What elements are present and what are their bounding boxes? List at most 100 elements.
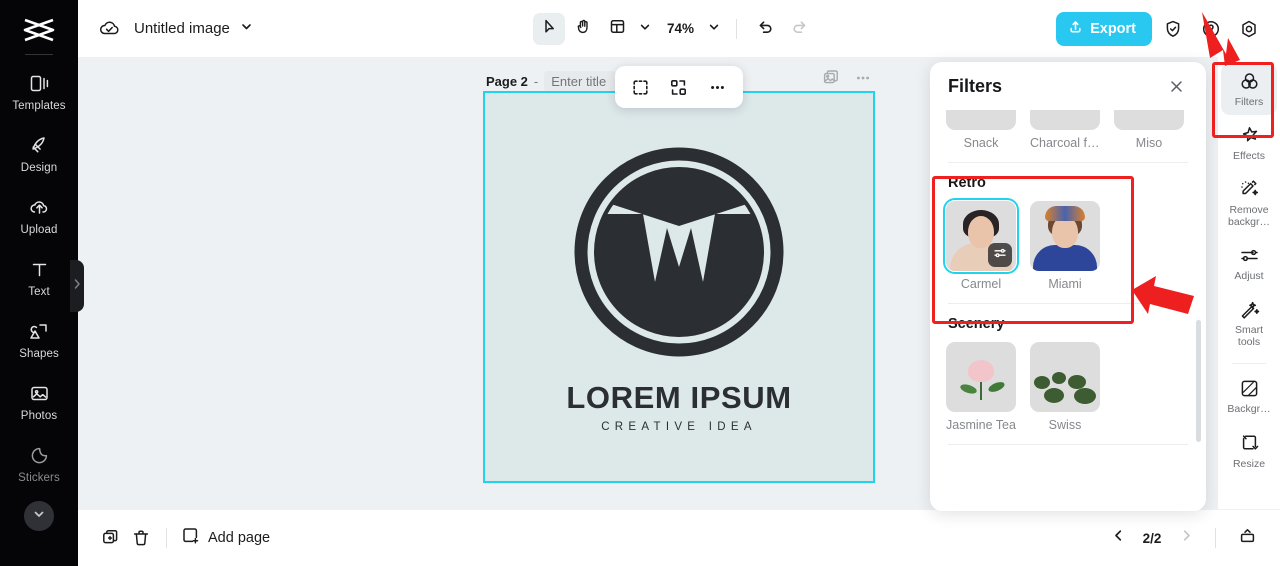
thumb-art-shape <box>1033 245 1097 271</box>
thumb-art-shape <box>1052 216 1078 249</box>
close-x-icon[interactable] <box>1164 74 1188 98</box>
document-title[interactable]: Untitled image <box>134 20 230 37</box>
sidebar-item-label: Design <box>20 161 58 174</box>
settings-gear-icon[interactable] <box>1232 12 1266 46</box>
right-tool-label: Resize <box>1232 457 1266 470</box>
right-tool-effects[interactable]: Effects <box>1221 117 1277 169</box>
duplicate-page-button[interactable] <box>96 523 126 553</box>
left-sidebar: Templates Design Upload Text Shapes Phot… <box>0 0 78 566</box>
cursor-arrow-icon <box>541 18 558 40</box>
right-tool-remove-background[interactable]: Remove backgr… <box>1221 171 1277 235</box>
sidebar-item-shapes[interactable]: Shapes <box>0 309 78 371</box>
cloud-saved-icon[interactable] <box>96 16 122 42</box>
filter-group-divider <box>948 162 1188 163</box>
page-title-row: Page 2 - <box>486 71 617 92</box>
filter-group-title: Retro <box>948 175 986 191</box>
filter-thumb-row: Carmel Miami <box>943 198 1190 291</box>
zoom-dropdown-button[interactable] <box>704 14 724 44</box>
filter-thumbnail <box>946 342 1016 412</box>
topbar-right-group: Export <box>1056 11 1266 46</box>
right-tool-label: Remove backgr… <box>1227 204 1270 229</box>
right-tool-adjust[interactable]: Adjust <box>1221 237 1277 289</box>
thumb-art-shape <box>1044 388 1064 403</box>
filter-group-partial: Snack Charcoal fir… Miso <box>946 110 1190 150</box>
thumb-art-shape <box>986 379 1006 394</box>
design-icon <box>28 135 50 157</box>
page-artboard[interactable]: LOREM IPSUM CREATIVE IDEA <box>483 91 875 483</box>
image-float-toolbar <box>615 66 743 108</box>
next-page-button[interactable] <box>1173 525 1199 551</box>
undo-button[interactable] <box>749 13 781 45</box>
filter-item-carmel[interactable]: Carmel <box>943 198 1019 291</box>
canvas-tools-group: 74% <box>533 12 815 45</box>
title-dropdown-button[interactable] <box>240 20 253 38</box>
layout-tool-button[interactable] <box>601 13 633 45</box>
filter-thumbnail <box>1030 342 1100 412</box>
thumb-art-shape <box>1068 375 1086 389</box>
sidebar-expand-button[interactable] <box>24 501 54 531</box>
filter-item-jasmine-tea[interactable]: Jasmine Tea <box>946 342 1016 432</box>
thumb-art-shape <box>1052 372 1066 384</box>
filter-group-scenery: Scenery Jasmine Tea Swiss <box>946 316 1190 432</box>
select-tool-button[interactable] <box>533 12 565 45</box>
adjust-sliders-icon <box>1238 244 1260 266</box>
prev-page-button[interactable] <box>1105 525 1131 551</box>
sidebar-item-text[interactable]: Text <box>0 247 78 309</box>
right-tool-background[interactable]: Backgr… <box>1221 370 1277 422</box>
filter-item-charcoal[interactable]: Charcoal fir… <box>1030 110 1100 150</box>
sidebar-item-templates[interactable]: Templates <box>0 61 78 123</box>
right-tool-resize[interactable]: Resize <box>1221 425 1277 477</box>
help-circle-icon[interactable] <box>1194 12 1228 46</box>
filter-thumb-row: Jasmine Tea Swiss <box>946 342 1190 432</box>
remove-background-icon <box>1238 178 1260 200</box>
filter-label: Carmel <box>960 277 1002 291</box>
filter-thumb-row: Snack Charcoal fir… Miso <box>946 110 1190 150</box>
sidebar-item-photos[interactable]: Photos <box>0 371 78 433</box>
logo-title: LOREM IPSUM <box>566 379 792 415</box>
sidebar-item-stickers[interactable]: Stickers <box>0 433 78 495</box>
replace-swap-icon[interactable] <box>665 73 693 101</box>
filters-panel-body[interactable]: Snack Charcoal fir… Miso Retro Carmel Mi… <box>930 110 1206 511</box>
right-tool-filters[interactable]: Filters <box>1221 63 1277 116</box>
resize-icon <box>1238 432 1260 454</box>
shapes-icon <box>28 321 50 343</box>
thumb-art-shape <box>1074 388 1096 404</box>
present-button[interactable] <box>1232 523 1262 553</box>
redo-button[interactable] <box>783 13 815 45</box>
filter-item-miami[interactable]: Miami <box>1030 201 1100 291</box>
sidebar-item-design[interactable]: Design <box>0 123 78 185</box>
crop-select-icon[interactable] <box>626 73 654 101</box>
thumb-art-shape <box>1034 376 1050 389</box>
filter-item-miso[interactable]: Miso <box>1114 110 1184 150</box>
filters-panel-header: Filters <box>930 62 1206 110</box>
bottom-divider-right <box>1215 528 1216 548</box>
capcut-logo-icon[interactable] <box>19 14 59 46</box>
more-dots-icon[interactable] <box>704 73 732 101</box>
duplicate-image-icon[interactable] <box>820 67 842 89</box>
delete-page-button[interactable] <box>126 523 156 553</box>
photos-icon <box>28 383 50 405</box>
filter-label: Miami <box>1048 277 1082 291</box>
right-tool-smart-tools[interactable]: Smart tools <box>1221 291 1277 355</box>
chevron-right-icon <box>1179 528 1194 548</box>
page-title-input[interactable] <box>544 71 617 92</box>
page-navigation-group: 2/2 <box>1105 523 1262 553</box>
filters-panel-scrollbar[interactable] <box>1196 320 1201 442</box>
filter-item-snack[interactable]: Snack <box>946 110 1016 150</box>
page-more-icon[interactable] <box>852 67 874 89</box>
filter-label: Miso <box>1135 136 1163 150</box>
zoom-level-label[interactable]: 74% <box>667 21 694 36</box>
shield-check-icon[interactable] <box>1156 12 1190 46</box>
sidebar-collapse-handle[interactable] <box>70 260 84 312</box>
add-page-button[interactable]: Add page <box>181 526 270 550</box>
capcut-editor-window: Templates Design Upload Text Shapes Phot… <box>0 0 1280 566</box>
hand-tool-button[interactable] <box>567 13 599 45</box>
right-tool-label: Effects <box>1233 150 1265 163</box>
export-button[interactable]: Export <box>1056 11 1152 46</box>
filter-adjust-badge[interactable] <box>988 243 1012 267</box>
layout-dropdown-button[interactable] <box>635 14 655 44</box>
filter-item-swiss[interactable]: Swiss <box>1030 342 1100 432</box>
redo-arrow-icon <box>791 18 808 40</box>
page-title-dash: - <box>533 74 539 89</box>
sidebar-item-upload[interactable]: Upload <box>0 185 78 247</box>
